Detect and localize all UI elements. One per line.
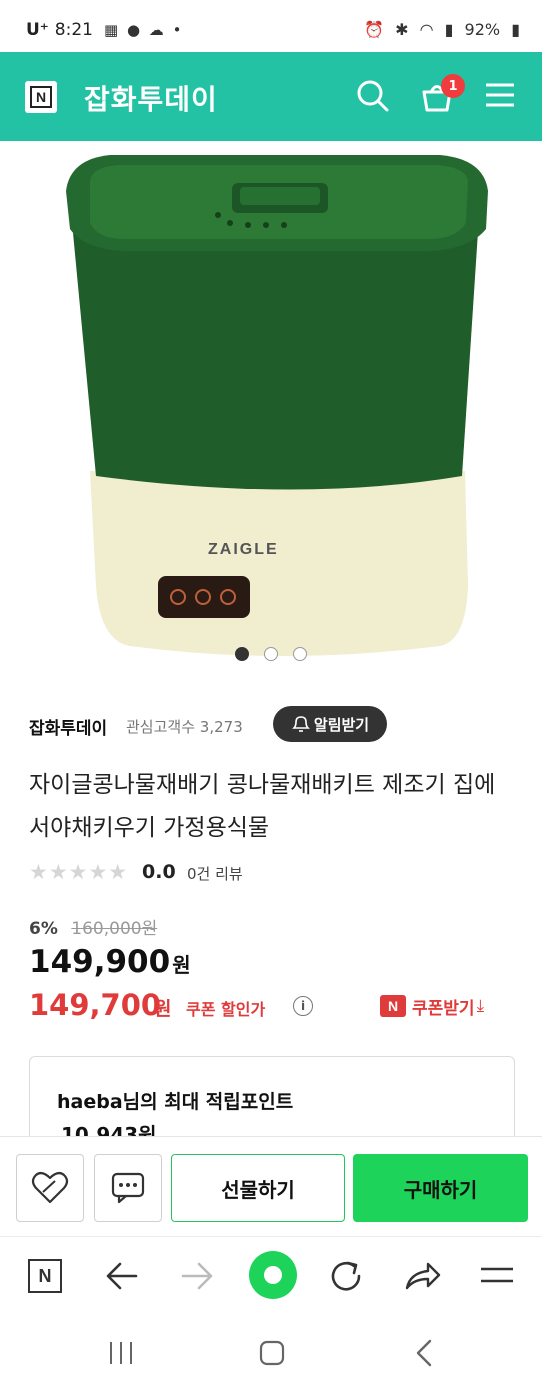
talk-talk-button[interactable] <box>94 1154 162 1222</box>
image-carousel-dots <box>0 646 542 665</box>
wifi-icon: ◠ <box>419 20 434 39</box>
status-time: U⁺ 8:21 <box>26 20 93 40</box>
discount-row: 6% 160,000원 <box>29 914 157 939</box>
star-rating-icon: ★★★★★ <box>29 860 129 884</box>
followers-number: 3,273 <box>199 718 243 736</box>
naver-n-icon: N <box>30 86 52 108</box>
green-dot-button[interactable] <box>249 1251 297 1299</box>
discount-percent: 6% <box>29 919 58 939</box>
follower-count: 관심고객수 3,273 <box>126 716 243 737</box>
bluetooth-icon: ✱ <box>395 20 409 39</box>
seller-row: 잡화투데이 관심고객수 3,273 알림받기 <box>29 706 519 742</box>
product-image[interactable]: ZAIGLE <box>0 141 542 675</box>
naver-logo-button[interactable]: N <box>25 81 57 113</box>
coupon-price-unit: 원 <box>154 998 172 1020</box>
carousel-dot[interactable] <box>293 647 308 661</box>
home-icon[interactable] <box>258 1339 286 1367</box>
status-bar: U⁺ 8:21 ▦ ● ☁ • ⏰ ✱ ◠ ▮ 92% ▮ <box>0 0 542 56</box>
get-coupon-button[interactable]: N 쿠폰받기 ⤓ <box>380 994 485 1019</box>
coupon-price-value: 149,700 <box>29 988 162 1022</box>
rating-score: 0.0 <box>142 861 176 883</box>
battery-icon: ▮ <box>511 20 520 39</box>
original-price: 160,000원 <box>71 919 158 939</box>
product-title: 자이글콩나물재배기 콩나물재배키트 제조기 집에서야채키우기 가정용식물 <box>29 772 496 841</box>
clock: 8:21 <box>54 20 93 40</box>
heart-icon <box>31 1171 69 1204</box>
back-arrow-icon[interactable] <box>105 1259 139 1293</box>
buy-button[interactable]: 구매하기 <box>353 1154 528 1222</box>
wishlist-button[interactable] <box>16 1154 84 1222</box>
search-icon[interactable] <box>356 79 390 113</box>
followers-label: 관심고객수 <box>126 718 196 736</box>
naver-coupon-icon: N <box>380 995 406 1017</box>
store-title[interactable]: 잡화투데이 <box>84 78 218 118</box>
forward-arrow-icon[interactable] <box>180 1259 214 1293</box>
back-icon[interactable] <box>413 1338 435 1368</box>
bell-plus-icon <box>291 716 310 732</box>
refresh-icon[interactable] <box>328 1258 364 1294</box>
share-icon[interactable] <box>404 1259 442 1293</box>
notification-icons: ▦ ● ☁ • <box>104 21 184 39</box>
naver-home-button[interactable]: N <box>28 1259 62 1293</box>
sale-price-unit: 원 <box>172 953 191 977</box>
points-title: haeba님의 최대 적립포인트 <box>57 1091 294 1113</box>
battery-level: 92% <box>464 20 501 39</box>
sale-price: 149,900 원 <box>29 944 191 980</box>
purchase-action-bar: 선물하기 구매하기 <box>0 1136 542 1235</box>
recent-apps-icon[interactable] <box>107 1340 135 1366</box>
brand-text: ZAIGLE <box>208 541 279 558</box>
browser-toolbar: N <box>0 1236 542 1316</box>
info-icon[interactable]: i <box>293 996 313 1016</box>
notify-button[interactable]: 알림받기 <box>273 706 387 742</box>
hamburger-menu-icon[interactable] <box>484 79 516 111</box>
sale-price-value: 149,900 <box>29 944 171 980</box>
gift-button[interactable]: 선물하기 <box>171 1154 345 1222</box>
bean-sprout-grower-illustration: ZAIGLE <box>66 155 488 656</box>
coupon-price-label: 쿠폰 할인가 <box>186 1000 266 1019</box>
get-coupon-label: 쿠폰받기 <box>412 998 475 1019</box>
cart-count-badge: 1 <box>441 74 465 98</box>
android-navigation-bar <box>0 1316 542 1390</box>
alarm-icon: ⏰ <box>364 20 384 39</box>
coupon-price-row: 149,700 원 쿠폰 할인가 i N 쿠폰받기 ⤓ <box>29 988 519 1024</box>
carousel-dot[interactable] <box>234 647 249 661</box>
carrier-label: U⁺ <box>26 20 49 40</box>
seller-name[interactable]: 잡화투데이 <box>29 714 107 739</box>
signal-icon: ▮ <box>444 20 454 39</box>
download-icon: ⤓ <box>476 996 485 1016</box>
app-header: N 잡화투데이 <box>0 52 542 141</box>
chat-bubble-icon <box>111 1172 145 1204</box>
green-dot-center <box>264 1266 282 1284</box>
review-count[interactable]: 0건 리뷰 <box>187 863 243 884</box>
browser-menu-icon[interactable] <box>479 1263 515 1289</box>
carousel-dot[interactable] <box>264 647 278 661</box>
notify-button-label: 알림받기 <box>313 715 370 734</box>
system-icons: ⏰ ✱ ◠ ▮ 92% ▮ <box>358 20 520 39</box>
